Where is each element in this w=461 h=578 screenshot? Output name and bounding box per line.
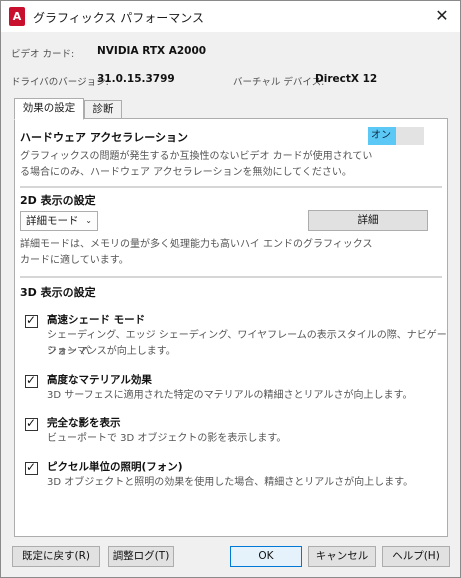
display-2d-desc-line1: 詳細モードは、メモリの量が多く処理能力も高いハイ エンドのグラフィックス	[20, 239, 373, 250]
advanced-material-effects-title: 高度なマテリアル効果	[47, 374, 152, 386]
checkmark-icon: ✓	[26, 460, 37, 474]
divider	[20, 186, 442, 188]
advanced-material-effects-desc: 3D サーフェスに適用された特定のマテリアルの精細さとリアルさが向上します。	[47, 390, 413, 401]
display-3d-title: 3D 表示の設定	[20, 286, 96, 299]
full-shadows-title: 完全な影を表示	[47, 417, 121, 429]
fast-shade-mode-desc-line2: フォーマンスが向上します。	[47, 346, 176, 357]
video-card-label: ビデオ カード:	[11, 49, 75, 60]
divider	[20, 276, 442, 278]
reset-defaults-button[interactable]: 既定に戻す(R)	[12, 546, 100, 567]
effects-settings-panel: ハードウェア アクセラレーション オン グラフィックスの問題が発生するか互換性の…	[14, 118, 448, 537]
ok-button[interactable]: OK	[230, 546, 302, 567]
tuning-log-button[interactable]: 調整ログ(T)	[108, 546, 174, 567]
cancel-button[interactable]: キャンセル	[308, 546, 376, 567]
chevron-down-icon: ⌄	[85, 216, 92, 225]
advanced-material-effects-checkbox[interactable]: ✓	[25, 373, 38, 388]
help-button[interactable]: ヘルプ(H)	[382, 546, 450, 567]
display-2d-title: 2D 表示の設定	[20, 194, 96, 207]
checkmark-icon: ✓	[26, 313, 37, 327]
per-pixel-lighting-checkbox[interactable]: ✓	[25, 460, 38, 475]
close-icon[interactable]: ✕	[429, 4, 455, 28]
display-2d-desc-line2: カードに適しています。	[20, 255, 129, 266]
driver-version-label: ドライバのバージョン:	[11, 77, 109, 88]
autocad-icon: A	[9, 7, 25, 26]
checkmark-icon: ✓	[26, 416, 37, 430]
hardware-acceleration-desc-line2: る場合にのみ、ハードウェア アクセラレーションを無効にしてください。	[20, 167, 352, 178]
checkmark-icon: ✓	[26, 373, 37, 387]
title-bar: A グラフィックス パフォーマンス ✕	[1, 1, 460, 32]
per-pixel-lighting-desc: 3D オブジェクトと照明の効果を使用した場合、精細さとリアルさが向上します。	[47, 477, 414, 488]
tab-effects-settings[interactable]: 効果の設定	[14, 98, 84, 120]
full-shadows-desc: ビューポートで 3D オブジェクトの影を表示します。	[47, 433, 287, 444]
virtual-device-label: バーチャル デバイス:	[233, 77, 325, 88]
details-button[interactable]: 詳細	[308, 210, 428, 231]
toggle-on-label: オン	[368, 127, 396, 145]
display-2d-mode-select[interactable]: 詳細モード ⌄	[20, 211, 98, 231]
display-2d-mode-value: 詳細モード	[26, 215, 79, 227]
tab-diagnostics[interactable]: 診断	[84, 100, 122, 119]
full-shadows-checkbox[interactable]: ✓	[25, 416, 38, 431]
video-card-value: NVIDIA RTX A2000	[97, 45, 207, 57]
hardware-acceleration-toggle[interactable]: オン	[368, 127, 424, 145]
per-pixel-lighting-title: ピクセル単位の照明(フォン)	[47, 461, 183, 473]
hardware-acceleration-desc-line1: グラフィックスの問題が発生するか互換性のないビデオ カードが使用されてい	[20, 151, 373, 162]
virtual-device-value: DirectX 12	[315, 73, 378, 85]
fast-shade-mode-checkbox[interactable]: ✓	[25, 313, 38, 328]
window-title: グラフィックス パフォーマンス	[33, 11, 204, 25]
driver-version-value: 31.0.15.3799	[97, 73, 175, 85]
fast-shade-mode-title: 高速シェード モード	[47, 314, 146, 326]
graphics-performance-dialog: A グラフィックス パフォーマンス ✕ ビデオ カード: NVIDIA RTX …	[0, 0, 461, 578]
hardware-acceleration-title: ハードウェア アクセラレーション	[20, 131, 189, 144]
